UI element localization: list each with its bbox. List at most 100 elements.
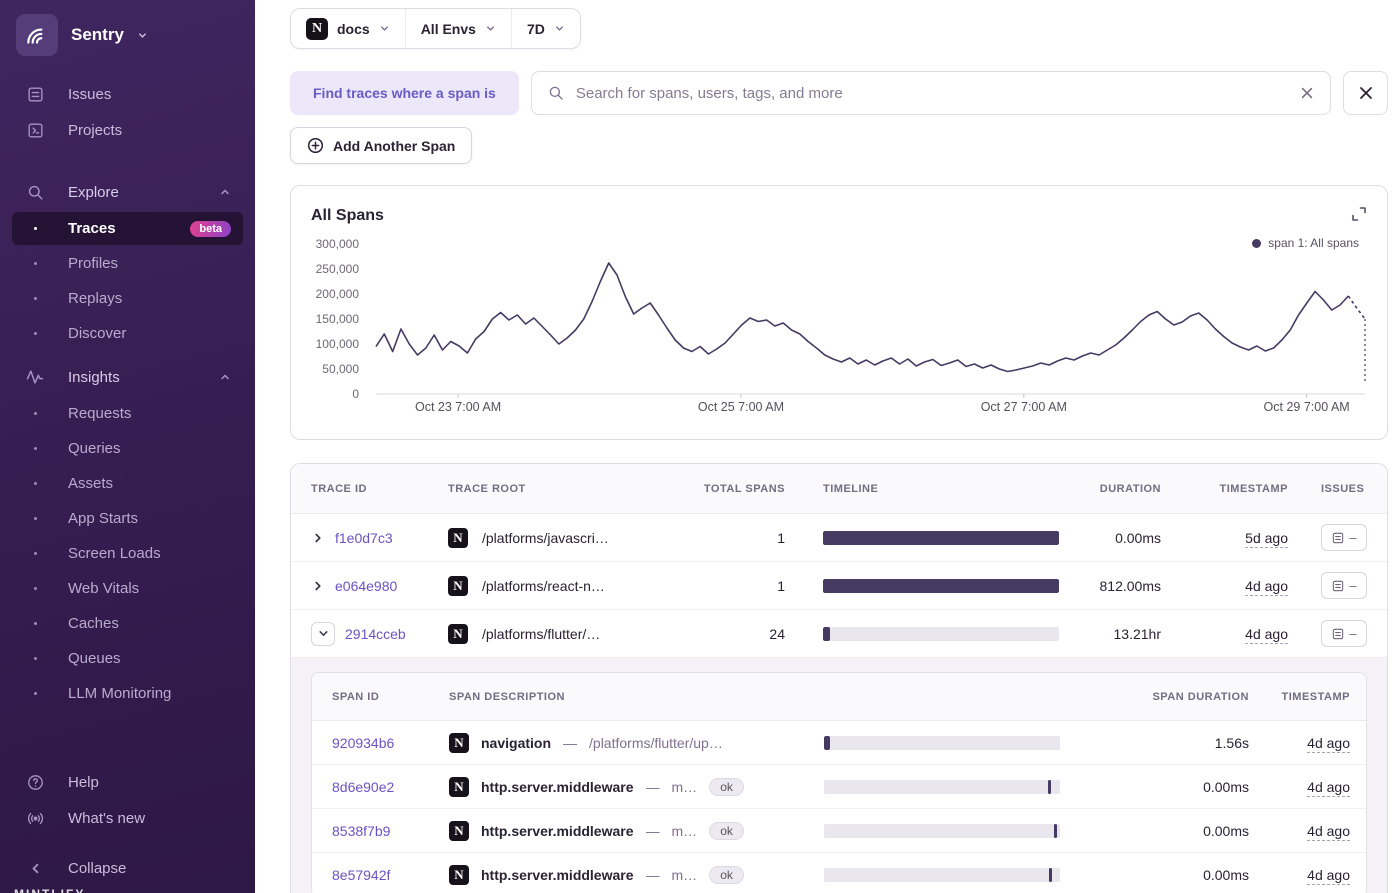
sidebar: Sentry Issues Projects Explore Traces be… bbox=[0, 0, 255, 893]
duration: 812.00ms bbox=[1099, 577, 1161, 594]
all-spans-chart-panel: All Spans span 1: All spans 0 50,000 100,0… bbox=[290, 185, 1388, 440]
fullscreen-icon[interactable] bbox=[1346, 201, 1372, 227]
col-trace-id: Trace ID bbox=[311, 482, 367, 495]
chevron-right-icon[interactable] bbox=[311, 579, 325, 593]
status-badge: ok bbox=[709, 866, 744, 884]
timestamp[interactable]: 4d ago bbox=[1245, 625, 1288, 644]
span-row[interactable]: 920934b6 N navigation — /platforms/flutt… bbox=[312, 721, 1366, 765]
trace-id-link[interactable]: e064e980 bbox=[335, 578, 397, 594]
y-axis-tick-label: 250,000 bbox=[315, 262, 359, 276]
sidebar-item-caches[interactable]: Caches bbox=[12, 607, 243, 640]
sidebar-item-requests[interactable]: Requests bbox=[12, 397, 243, 430]
duration: 0.00ms bbox=[1115, 529, 1161, 546]
table-row[interactable]: f1e0d7c3 N /platforms/javascri… 1 0.00ms… bbox=[291, 514, 1387, 562]
table-row[interactable]: 2914cceb N /platforms/flutter/… 24 13.21… bbox=[291, 610, 1387, 658]
span-id-link[interactable]: 8d6e90e2 bbox=[332, 779, 394, 795]
chart-line-incomplete bbox=[1347, 295, 1366, 320]
sidebar-item-app-starts[interactable]: App Starts bbox=[12, 502, 243, 535]
col-timestamp: Timestamp bbox=[1219, 482, 1288, 495]
span-row[interactable]: 8538f7b9 N http.server.middleware — m… o… bbox=[312, 809, 1366, 853]
trace-id-link[interactable]: f1e0d7c3 bbox=[335, 530, 393, 546]
chevron-down-icon bbox=[137, 30, 148, 41]
separator: — bbox=[645, 778, 660, 795]
span-row[interactable]: 8e57942f N http.server.middleware — m… o… bbox=[312, 853, 1366, 893]
sidebar-item-label: Caches bbox=[68, 615, 119, 632]
sidebar-item-label: Issues bbox=[68, 85, 112, 103]
span-description: m… bbox=[671, 778, 698, 795]
timestamp[interactable]: 4d ago bbox=[1307, 734, 1350, 753]
span-row[interactable]: 8d6e90e2 N http.server.middleware — m… o… bbox=[312, 765, 1366, 809]
span-timeline-bar bbox=[824, 735, 1060, 750]
org-name: Sentry bbox=[71, 25, 124, 44]
clear-search-icon[interactable] bbox=[1299, 85, 1315, 101]
environment-filter[interactable]: All Envs bbox=[404, 9, 511, 48]
platform-icon: N bbox=[448, 575, 468, 596]
span-duration: 0.00ms bbox=[1203, 867, 1249, 883]
sidebar-item-label: Queues bbox=[68, 650, 121, 667]
org-switcher[interactable]: Sentry bbox=[12, 14, 243, 56]
span-id-link[interactable]: 8e57942f bbox=[332, 867, 390, 883]
trace-id-link[interactable]: 2914cceb bbox=[345, 626, 406, 642]
sidebar-item-whats-new[interactable]: What's new bbox=[12, 801, 243, 835]
total-spans: 1 bbox=[777, 577, 785, 594]
span-op: http.server.middleware bbox=[481, 822, 634, 839]
span-id-link[interactable]: 8538f7b9 bbox=[332, 823, 390, 839]
sidebar-item-llm-monitoring[interactable]: LLM Monitoring bbox=[12, 677, 243, 710]
span-description: m… bbox=[671, 867, 698, 883]
span-search-input[interactable] bbox=[575, 84, 1288, 102]
span-id-link[interactable]: 920934b6 bbox=[332, 735, 394, 751]
chart-y-axis: 0 50,000 100,000 150,000 200,000 250,000 300,0… bbox=[291, 237, 369, 401]
y-axis-tick-label: 200,000 bbox=[315, 287, 359, 301]
status-badge: ok bbox=[709, 821, 744, 840]
sidebar-item-label: Replays bbox=[68, 290, 123, 307]
add-another-span-button[interactable]: Add Another Span bbox=[290, 127, 473, 164]
daterange-filter-label: 7D bbox=[526, 20, 545, 37]
timestamp[interactable]: 4d ago bbox=[1307, 822, 1350, 841]
bullet-icon bbox=[33, 657, 37, 660]
sidebar-item-assets[interactable]: Assets bbox=[12, 467, 243, 500]
chevron-right-icon[interactable] bbox=[311, 531, 325, 545]
col-span-description: Span Description bbox=[449, 690, 565, 703]
sidebar-item-replays[interactable]: Replays bbox=[12, 282, 243, 315]
sub-table-header: Span ID Span Description Span Duration T… bbox=[312, 673, 1366, 721]
sidebar-item-label: Web Vitals bbox=[68, 580, 140, 597]
collapse-sidebar-button[interactable]: Collapse bbox=[12, 860, 243, 877]
sidebar-item-queries[interactable]: Queries bbox=[12, 432, 243, 465]
collapse-row-button[interactable] bbox=[311, 621, 335, 646]
table-row[interactable]: e064e980 N /platforms/react-n… 1 812.00m… bbox=[291, 562, 1387, 610]
timestamp[interactable]: 5d ago bbox=[1245, 529, 1288, 548]
sidebar-item-projects[interactable]: Projects bbox=[12, 113, 243, 147]
issues-button[interactable]: – bbox=[1321, 620, 1367, 647]
timestamp[interactable]: 4d ago bbox=[1307, 867, 1350, 885]
section-label: Insights bbox=[68, 368, 120, 386]
sidebar-item-profiles[interactable]: Profiles bbox=[12, 247, 243, 280]
sidebar-item-queues[interactable]: Queues bbox=[12, 642, 243, 675]
section-label: Explore bbox=[68, 183, 119, 201]
span-timeline-bar bbox=[824, 823, 1060, 838]
sidebar-item-help[interactable]: Help bbox=[12, 765, 243, 799]
bullet-icon bbox=[33, 412, 37, 415]
sidebar-item-issues[interactable]: Issues bbox=[12, 77, 243, 111]
sidebar-item-discover[interactable]: Discover bbox=[12, 317, 243, 350]
sidebar-item-traces[interactable]: Traces beta bbox=[12, 212, 243, 245]
chevron-down-icon bbox=[379, 23, 390, 34]
timestamp[interactable]: 4d ago bbox=[1245, 577, 1288, 596]
sidebar-section-insights[interactable]: Insights bbox=[12, 359, 243, 395]
bullet-icon bbox=[33, 482, 37, 485]
col-trace-root: Trace Root bbox=[448, 482, 526, 495]
bullet-icon bbox=[33, 552, 37, 555]
issues-button[interactable]: – bbox=[1321, 572, 1367, 599]
sidebar-item-label: Discover bbox=[68, 325, 127, 342]
sidebar-section-explore[interactable]: Explore bbox=[12, 174, 243, 210]
total-spans: 24 bbox=[769, 625, 785, 642]
daterange-filter[interactable]: 7D bbox=[510, 9, 580, 48]
project-filter[interactable]: N docs bbox=[291, 9, 405, 48]
help-icon bbox=[24, 773, 46, 792]
timestamp[interactable]: 4d ago bbox=[1307, 778, 1350, 797]
total-spans: 1 bbox=[777, 529, 785, 546]
remove-span-row-button[interactable] bbox=[1343, 71, 1388, 115]
issues-button[interactable]: – bbox=[1321, 524, 1367, 551]
sidebar-item-screen-loads[interactable]: Screen Loads bbox=[12, 537, 243, 570]
chevron-down-icon bbox=[318, 631, 328, 636]
sidebar-item-web-vitals[interactable]: Web Vitals bbox=[12, 572, 243, 605]
